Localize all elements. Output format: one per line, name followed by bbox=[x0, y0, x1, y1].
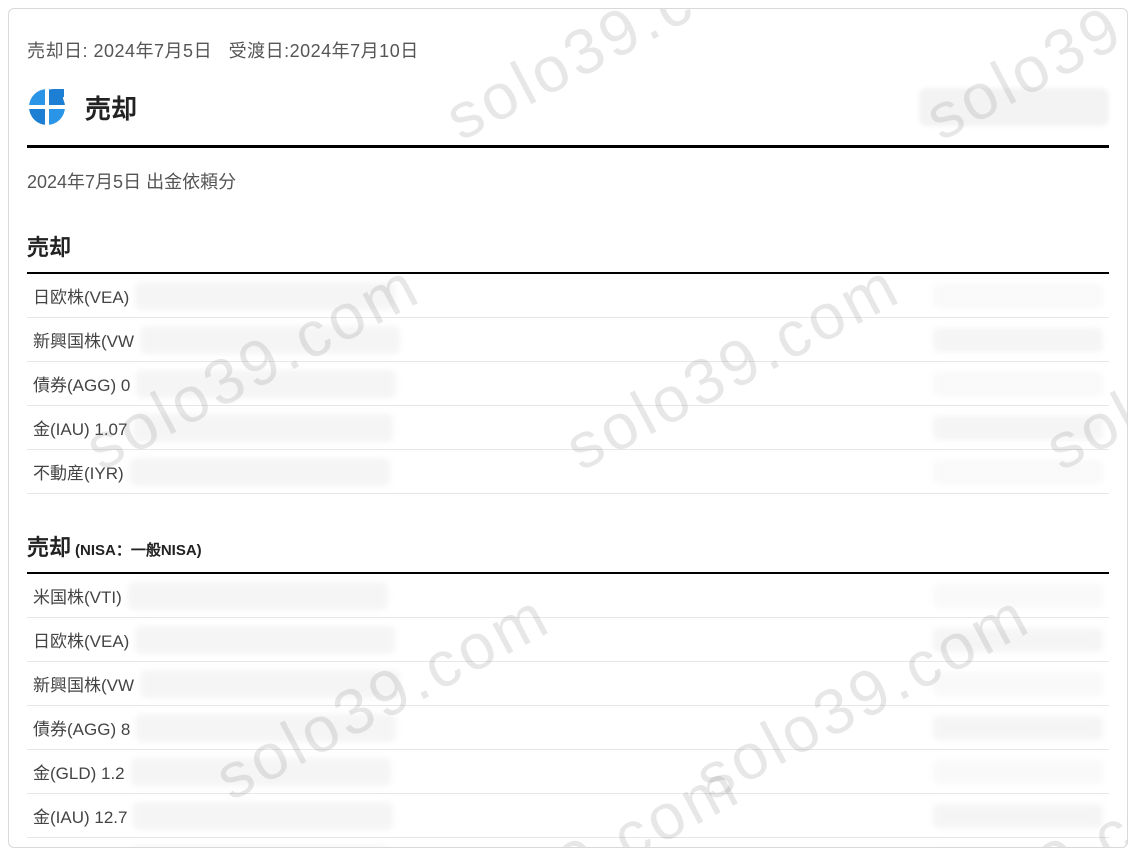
table-row: 米国株(VTI) bbox=[27, 574, 1109, 618]
table-row: 債券(AGG) 0 bbox=[27, 362, 1109, 406]
asset-amount-redacted bbox=[933, 328, 1103, 352]
asset-name: 新興国株(VW bbox=[33, 327, 134, 352]
asset-amount-redacted bbox=[933, 416, 1103, 440]
asset-name: 日欧株(VEA) bbox=[33, 627, 129, 652]
section-heading-main: 売却 bbox=[27, 230, 71, 262]
asset-name: 日欧株(VEA) bbox=[33, 283, 129, 308]
asset-amount-redacted bbox=[933, 760, 1103, 784]
table-row: 新興国株(VW bbox=[27, 318, 1109, 362]
table-row: 債券(AGG) 8 bbox=[27, 706, 1109, 750]
table-row: 日欧株(VEA) bbox=[27, 618, 1109, 662]
asset-name: 金(IAU) 12.7 bbox=[33, 803, 127, 828]
asset-detail-redacted bbox=[140, 326, 400, 354]
asset-name: 新興国株(VW bbox=[33, 671, 134, 696]
asset-amount-redacted bbox=[933, 672, 1103, 696]
sale-date: 売却日: 2024年7月5日 bbox=[27, 41, 212, 61]
date-line: 売却日: 2024年7月5日 受渡日:2024年7月10日 bbox=[27, 37, 1109, 63]
transaction-card: 売却日: 2024年7月5日 受渡日:2024年7月10日 売却 bbox=[8, 8, 1128, 848]
section-heading: 売却 bbox=[27, 230, 1109, 274]
asset-name: 債券(AGG) 8 bbox=[33, 715, 130, 740]
asset-name: 金(GLD) 1.2 bbox=[33, 759, 125, 784]
asset-detail-redacted bbox=[130, 846, 390, 849]
asset-amount-redacted bbox=[933, 460, 1103, 484]
section-heading: 売却(NISA：一般NISA) bbox=[27, 530, 1109, 574]
asset-detail-redacted bbox=[135, 626, 395, 654]
asset-detail-redacted bbox=[133, 414, 393, 442]
sale-section: 売却(NISA：一般NISA) 米国株(VTI) 日欧株(VEA) 新興国株(VW 債券… bbox=[27, 530, 1109, 848]
table-row: 金(GLD) 1.2 bbox=[27, 750, 1109, 794]
asset-detail-redacted bbox=[131, 758, 391, 786]
pie-arrow-icon bbox=[27, 87, 67, 127]
asset-amount-redacted bbox=[933, 848, 1103, 849]
settlement-date: 受渡日:2024年7月10日 bbox=[229, 41, 419, 61]
table-row: 不動産(IYR) bbox=[27, 450, 1109, 494]
asset-name: 不動産(IYR) bbox=[33, 847, 124, 848]
asset-detail-redacted bbox=[130, 458, 390, 486]
asset-amount-redacted bbox=[933, 284, 1103, 308]
page-title: 売却 bbox=[85, 89, 137, 126]
asset-name: 金(IAU) 1.07 bbox=[33, 415, 127, 440]
section-heading-main: 売却 bbox=[27, 530, 71, 562]
asset-detail-redacted bbox=[140, 670, 400, 698]
total-amount-redacted bbox=[919, 88, 1109, 126]
asset-detail-redacted bbox=[128, 582, 388, 610]
table-row: 金(IAU) 1.07 bbox=[27, 406, 1109, 450]
asset-amount-redacted bbox=[933, 716, 1103, 740]
table-row: 不動産(IYR) bbox=[27, 838, 1109, 848]
table-row: 新興国株(VW bbox=[27, 662, 1109, 706]
sale-section: 売却日欧株(VEA) 新興国株(VW 債券(AGG) 0 金(IAU) 1.07 不動産… bbox=[27, 230, 1109, 494]
asset-amount-redacted bbox=[933, 372, 1103, 396]
asset-amount-redacted bbox=[933, 804, 1103, 828]
asset-name: 不動産(IYR) bbox=[33, 459, 124, 484]
asset-detail-redacted bbox=[136, 370, 396, 398]
withdrawal-request-line: 2024年7月5日 出金依頼分 bbox=[27, 168, 1109, 194]
asset-detail-redacted bbox=[133, 802, 393, 830]
asset-amount-redacted bbox=[933, 584, 1103, 608]
title-row: 売却 bbox=[27, 87, 1109, 148]
asset-detail-redacted bbox=[136, 714, 396, 742]
asset-name: 米国株(VTI) bbox=[33, 583, 122, 608]
asset-amount-redacted bbox=[933, 628, 1103, 652]
table-row: 金(IAU) 12.7 bbox=[27, 794, 1109, 838]
asset-detail-redacted bbox=[135, 282, 395, 310]
asset-name: 債券(AGG) 0 bbox=[33, 371, 130, 396]
section-heading-sub: (NISA：一般NISA) bbox=[75, 539, 202, 560]
table-row: 日欧株(VEA) bbox=[27, 274, 1109, 318]
